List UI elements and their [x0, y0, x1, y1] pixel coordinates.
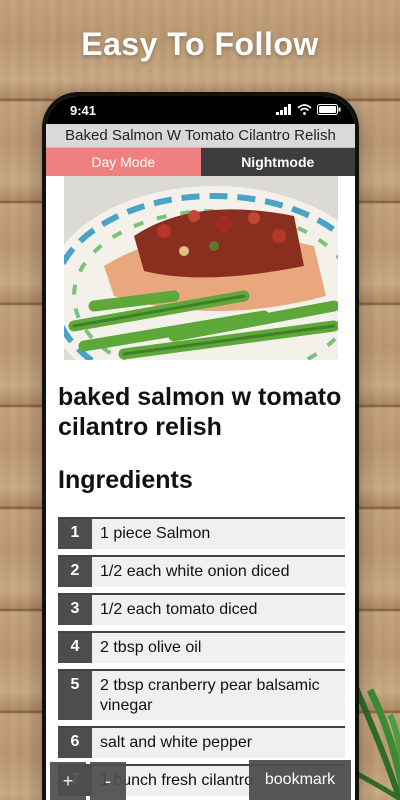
ingredient-number: 5: [58, 671, 92, 720]
ingredient-text: 1/2 each white onion diced: [92, 557, 345, 587]
ingredient-row: 3 1/2 each tomato diced: [58, 593, 345, 625]
signal-icon: [276, 104, 291, 115]
battery-icon: [317, 104, 341, 115]
phone-screen: 9:41 Baked Salmon W Tomato Cilantro Reli…: [46, 96, 355, 800]
ingredients-heading: Ingredients: [58, 466, 193, 494]
recipe-title: baked salmon w tomato cilantro relish: [58, 383, 342, 441]
salmon-dish-image: [63, 176, 338, 360]
mode-toggle: Day Mode Nightmode: [46, 148, 355, 176]
recipe-photo: [63, 176, 338, 360]
ingredient-number: 3: [58, 595, 92, 625]
zoom-out-button[interactable]: -: [90, 762, 126, 800]
night-mode-button[interactable]: Nightmode: [200, 148, 355, 176]
ingredients-list: 1 1 piece Salmon 2 1/2 each white onion …: [46, 495, 355, 796]
ingredient-row: 6 salt and white pepper: [58, 726, 345, 758]
headline: Easy To Follow: [81, 26, 319, 62]
ingredient-row: 2 1/2 each white onion diced: [58, 555, 345, 587]
ingredient-number: 6: [58, 728, 92, 758]
ingredient-number: 4: [58, 633, 92, 663]
ingredient-number: 1: [58, 519, 92, 549]
status-icons: [276, 104, 341, 115]
ingredient-row: 4 2 tbsp olive oil: [58, 631, 345, 663]
status-bar: 9:41: [46, 96, 355, 124]
ingredient-row: 5 2 tbsp cranberry pear balsamic vinegar: [58, 669, 345, 720]
app-title: Baked Salmon W Tomato Cilantro Relish: [46, 124, 355, 148]
recipe-content[interactable]: baked salmon w tomato cilantro relish In…: [46, 176, 355, 800]
ingredient-row: 1 1 piece Salmon: [58, 517, 345, 549]
phone-frame: 9:41 Baked Salmon W Tomato Cilantro Reli…: [42, 92, 359, 800]
status-time: 9:41: [70, 103, 97, 118]
day-mode-button[interactable]: Day Mode: [46, 148, 201, 176]
zoom-in-button[interactable]: +: [50, 762, 86, 800]
zoom-controls: + -: [50, 762, 126, 800]
ingredient-text: 1 piece Salmon: [92, 519, 345, 549]
ingredient-number: 2: [58, 557, 92, 587]
ingredient-text: 2 tbsp cranberry pear balsamic vinegar: [92, 671, 345, 720]
ingredient-text: salt and white pepper: [92, 728, 345, 758]
notch: [116, 96, 284, 120]
ingredient-text: 1/2 each tomato diced: [92, 595, 345, 625]
ingredient-text: 2 tbsp olive oil: [92, 633, 345, 663]
bookmark-button[interactable]: bookmark: [249, 760, 351, 800]
wifi-icon: [297, 104, 312, 115]
